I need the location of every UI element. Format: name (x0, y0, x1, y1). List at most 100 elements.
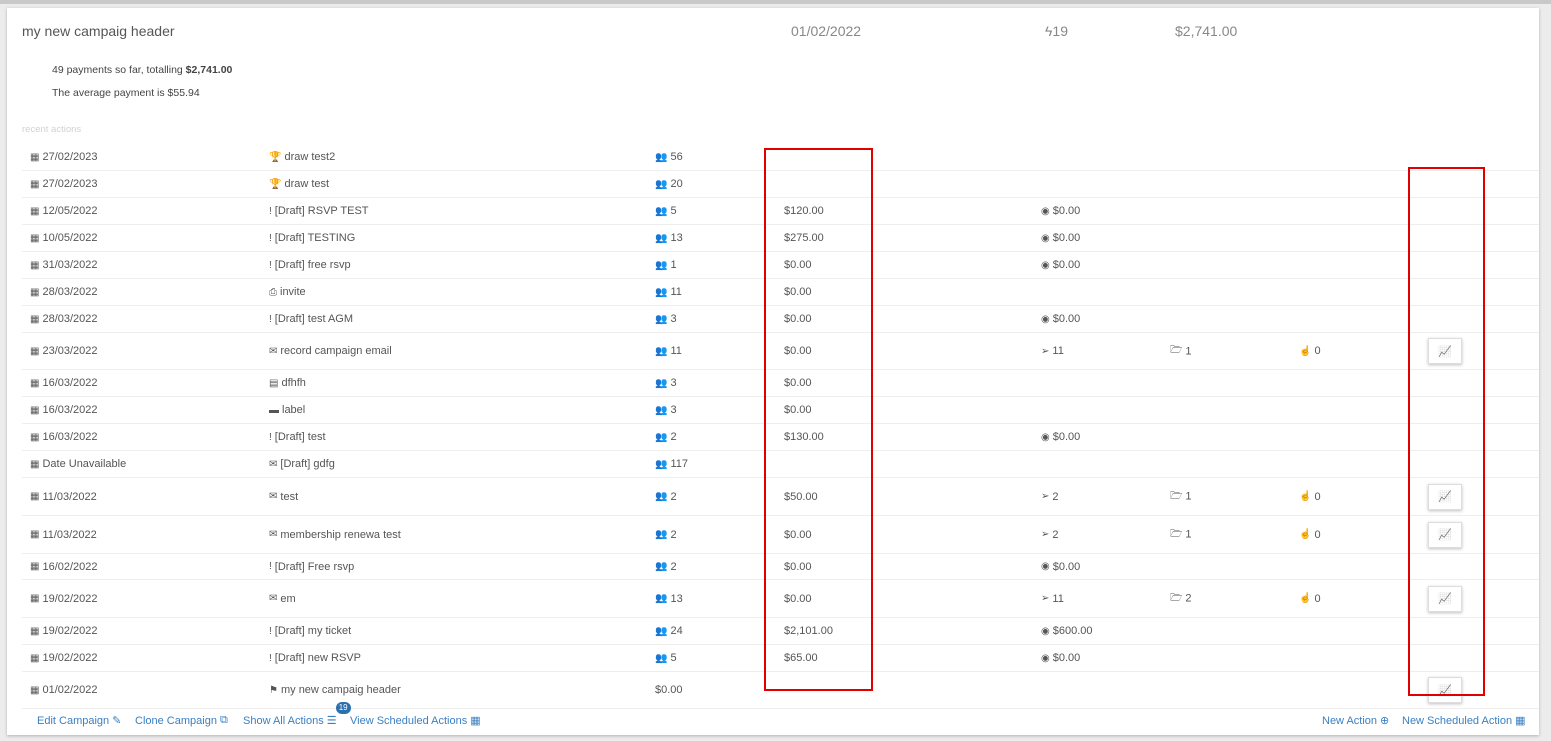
row-recipients: 👥 24 (655, 625, 683, 637)
row-name[interactable]: ⚑ my new campaig header (269, 684, 401, 696)
campaign-amount: $2,741.00 (1175, 23, 1238, 39)
row-target: ◉ $600.00 (1041, 625, 1093, 637)
row-recipients: 👥 20 (655, 178, 683, 190)
trophy-icon: 🏆 (269, 178, 282, 190)
average-payment: The average payment is $55.94 (52, 87, 200, 99)
new-action-link[interactable]: New Action ⊕ (1322, 714, 1389, 728)
row-target: ◉ $0.00 (1041, 431, 1081, 443)
row-opens: 🗁 1 (1170, 526, 1192, 543)
users-icon: 👥 (655, 652, 668, 664)
row-name[interactable]: ▬ label (269, 404, 305, 416)
calendar-icon: ▦ (30, 345, 40, 357)
target-icon: ◉ (1041, 652, 1050, 664)
row-recipients: 👥 13 (655, 232, 683, 244)
clone-campaign-link[interactable]: Clone Campaign ⧉ (135, 714, 228, 727)
row-date: ▦ 19/02/2022 (30, 592, 98, 605)
calendar-icon: ▦ (30, 431, 40, 443)
paper-plane-icon: ➢ (1041, 491, 1050, 502)
flag-icon: ⚑ (269, 684, 278, 696)
row-clicks: ☝ 0 (1299, 345, 1321, 357)
folder-open-icon: 🗁 (1170, 490, 1183, 501)
row-recipients: 👥 2 (655, 490, 677, 503)
row-name[interactable]: ! [Draft] my ticket (269, 625, 351, 637)
calendar-icon: ▦ (30, 404, 40, 416)
row-opens: 🗁 1 (1170, 343, 1192, 360)
campaign-title: my new campaig header (22, 23, 175, 39)
row-recipients: 👥 3 (655, 404, 677, 416)
users-icon: 👥 (655, 313, 668, 325)
label-icon: ▬ (269, 404, 279, 416)
calendar-icon: ▦ (30, 652, 40, 664)
row-name[interactable]: ⎙ invite (269, 286, 306, 298)
paper-plane-icon: ➢ (1041, 529, 1050, 540)
row-name[interactable]: ▤ dfhfh (269, 377, 306, 389)
row-recipients: 👥 11 (655, 345, 682, 357)
row-sent: ➢ 11 (1041, 592, 1064, 605)
row-recipients: 👥 13 (655, 592, 683, 605)
exclamation-icon: ! (269, 232, 272, 244)
excel-file-icon: ▤ (269, 377, 279, 389)
row-name[interactable]: ✉ em (269, 593, 296, 605)
pointer-icon: ☝ (1299, 491, 1312, 502)
row-name[interactable]: ✉ test (269, 491, 298, 503)
exclamation-icon: ! (269, 625, 272, 637)
campaign-date: 01/02/2022 (791, 23, 862, 39)
row-recipients: 👥 3 (655, 377, 677, 389)
row-name[interactable]: ! [Draft] RSVP TEST (269, 205, 369, 217)
envelope-icon: ✉ (269, 491, 278, 502)
calendar-icon: ▦ (30, 259, 40, 271)
users-icon: 👥 (655, 431, 668, 443)
actions-count-badge: 19 (335, 702, 351, 714)
row-name[interactable]: ! [Draft] TESTING (269, 232, 355, 244)
row-recipients: 👥 2 (655, 560, 677, 573)
target-icon: ◉ (1041, 431, 1050, 443)
row-name[interactable]: ✉ membership renewa test (269, 529, 401, 541)
show-all-actions-link[interactable]: Show All Actions ☰ 19 (243, 702, 351, 727)
row-date: ▦ 27/02/2023 (30, 178, 98, 190)
calendar-icon: ▦ (30, 458, 40, 470)
row-name[interactable]: ! [Draft] free rsvp (269, 259, 351, 271)
row-recipients: 👥 2 (655, 528, 677, 541)
view-scheduled-actions-link[interactable]: View Scheduled Actions ▦ (350, 714, 481, 728)
row-date: ▦ 16/03/2022 (30, 404, 98, 416)
users-icon: 👥 (655, 404, 668, 416)
calendar-icon: ▦ (30, 377, 40, 389)
new-scheduled-action-link[interactable]: New Scheduled Action ▦ (1402, 714, 1525, 728)
users-icon: 👥 (655, 529, 668, 540)
target-icon: ◉ (1041, 232, 1050, 244)
calendar-icon: ▦ (30, 529, 40, 540)
row-recipients: 👥 2 (655, 431, 677, 443)
folder-open-icon: 🗁 (1170, 344, 1183, 356)
users-icon: 👥 (655, 345, 668, 357)
row-sent: ➢ 2 (1041, 490, 1059, 503)
campaign-card: my new campaig header 01/02/2022 ϟ19 $2,… (7, 8, 1539, 735)
row-name[interactable]: ! [Draft] new RSVP (269, 652, 361, 664)
exclamation-icon: ! (269, 561, 272, 572)
row-name[interactable]: ! [Draft] test AGM (269, 313, 353, 325)
envelope-icon: ✉ (269, 345, 278, 357)
target-icon: ◉ (1041, 561, 1050, 572)
users-icon: 👥 (655, 232, 668, 244)
highlight-chart-column (1408, 167, 1485, 696)
highlight-amount-column (764, 148, 873, 691)
row-name[interactable]: ✉ [Draft] gdfg (269, 458, 335, 470)
calendar-icon: ▦ (30, 684, 40, 696)
row-date: ▦ 16/03/2022 (30, 431, 98, 443)
row-recipients: $0.00 (655, 684, 683, 696)
row-date: ▦ 23/03/2022 (30, 345, 98, 357)
row-date: ▦ 10/05/2022 (30, 232, 98, 244)
row-target: ◉ $0.00 (1041, 560, 1081, 573)
row-name[interactable]: ! [Draft] test (269, 431, 326, 443)
users-icon: 👥 (655, 178, 668, 190)
paper-plane-icon: ➢ (1041, 593, 1050, 604)
row-recipients: 👥 5 (655, 652, 677, 664)
row-name[interactable]: ✉ record campaign email (269, 345, 392, 357)
calendar-icon: ▦ (30, 151, 40, 163)
row-target: ◉ $0.00 (1041, 259, 1081, 271)
row-sent: ➢ 11 (1041, 345, 1064, 357)
row-name[interactable]: 🏆 draw test (269, 178, 329, 190)
row-date: ▦ 19/02/2022 (30, 652, 98, 664)
row-name[interactable]: ! [Draft] Free rsvp (269, 561, 354, 573)
row-name[interactable]: 🏆 draw test2 (269, 151, 335, 163)
edit-campaign-link[interactable]: Edit Campaign ✎ (37, 714, 121, 728)
